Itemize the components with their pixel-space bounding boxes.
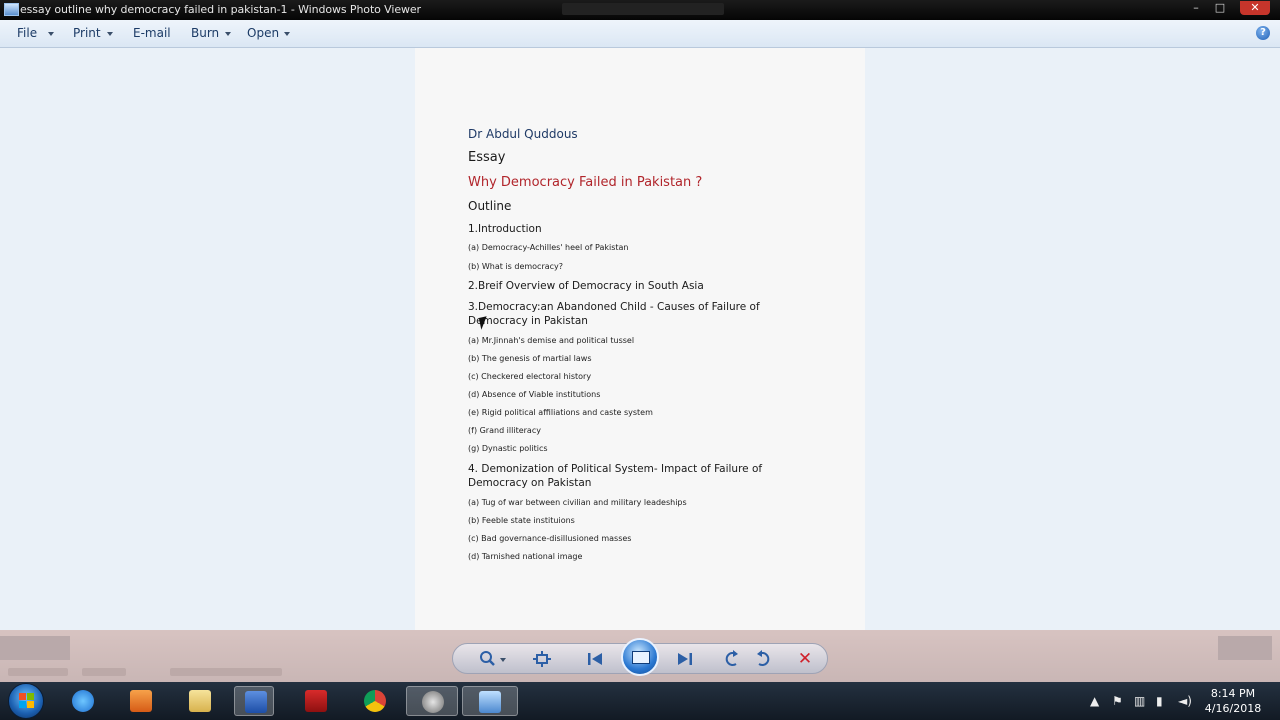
close-button[interactable]: ✕: [1240, 1, 1270, 15]
slideshow-icon: [632, 651, 650, 664]
system-clock[interactable]: 8:14 PM 4/16/2018: [1200, 686, 1266, 716]
section-item: (b) Feeble state instituions: [468, 516, 575, 525]
open-dropdown-icon[interactable]: [284, 32, 290, 36]
previous-icon: [588, 653, 602, 665]
rotate-counterclockwise-icon: [725, 650, 738, 666]
previous-button[interactable]: [585, 649, 605, 669]
network-icon[interactable]: ▥: [1134, 694, 1145, 708]
section-item: (a) Democracy-Achilles' heel of Pakistan: [468, 243, 629, 252]
menu-email[interactable]: E-mail: [133, 26, 171, 40]
burn-dropdown-icon[interactable]: [225, 32, 231, 36]
minimize-button[interactable]: –: [1186, 1, 1206, 15]
slideshow-button[interactable]: [621, 638, 659, 676]
action-center-icon[interactable]: ⚑: [1112, 694, 1123, 708]
section-heading: 2.Breif Overview of Democracy in South A…: [468, 280, 704, 292]
document-image: Dr Abdul Quddous Essay Why Democracy Fai…: [415, 48, 865, 630]
photo-viewer-icon: [479, 691, 501, 713]
rotate-clockwise-button[interactable]: [753, 649, 773, 669]
zoom-button[interactable]: [478, 649, 498, 669]
background-reflection: [170, 668, 282, 676]
magnifier-icon: [480, 651, 495, 666]
delete-icon: ✕: [797, 649, 813, 669]
background-reflection: [1218, 636, 1272, 660]
taskbar-camera[interactable]: [406, 686, 458, 716]
taskbar-word[interactable]: [234, 686, 274, 716]
volume-icon[interactable]: ◄): [1178, 694, 1192, 708]
section-item: (f) Grand illiteracy: [468, 426, 541, 435]
clock-date: 4/16/2018: [1204, 702, 1262, 715]
explorer-icon: [189, 690, 211, 712]
section-item: (d) Absence of Viable institutions: [468, 390, 601, 399]
author-name: Dr Abdul Quddous: [468, 127, 578, 141]
window-title: essay outline why democracy failed in pa…: [20, 3, 421, 16]
menu-print[interactable]: Print: [73, 26, 101, 40]
document-type: Essay: [468, 150, 506, 165]
actual-size-icon: [533, 651, 551, 667]
start-button[interactable]: [8, 683, 44, 719]
taskbar-acrobat[interactable]: [295, 686, 335, 716]
delete-button[interactable]: ✕: [795, 649, 815, 669]
help-icon[interactable]: ?: [1256, 26, 1270, 40]
title-bar: essay outline why democracy failed in pa…: [0, 0, 1280, 20]
signal-icon[interactable]: ▮: [1156, 694, 1163, 708]
actual-size-button[interactable]: [532, 649, 552, 669]
section-heading: 4. Demonization of Political System- Imp…: [468, 463, 763, 489]
taskbar-internet-explorer[interactable]: [62, 686, 102, 716]
section-item: (a) Tug of war between civilian and mili…: [468, 498, 687, 507]
section-heading: 1.Introduction: [468, 223, 542, 235]
image-viewport[interactable]: Dr Abdul Quddous Essay Why Democracy Fai…: [0, 48, 1280, 630]
section-item: (c) Bad governance-disillusioned masses: [468, 534, 632, 543]
media-player-icon: [130, 690, 152, 712]
next-icon: [678, 653, 692, 665]
file-dropdown-icon[interactable]: [48, 32, 54, 36]
document-title: Why Democracy Failed in Pakistan ?: [468, 175, 703, 190]
section-item: (a) Mr.Jinnah's demise and political tus…: [468, 336, 635, 345]
background-reflection: [8, 668, 68, 676]
taskbar-photo-viewer[interactable]: [462, 686, 518, 716]
section-item: (g) Dynastic politics: [468, 444, 548, 453]
section-item: (b) What is democracy?: [468, 262, 564, 271]
menu-bar: File Print E-mail Burn Open ?: [0, 20, 1280, 48]
background-reflection: [82, 668, 126, 676]
outline-heading: Outline: [468, 199, 512, 213]
menu-open[interactable]: Open: [247, 26, 279, 40]
section-item: (e) Rigid political affiliations and cas…: [468, 408, 653, 417]
rotate-clockwise-icon: [757, 650, 770, 666]
chrome-icon: [364, 690, 386, 712]
taskbar-chrome[interactable]: [354, 686, 394, 716]
camera-icon: [422, 691, 444, 713]
maximize-button[interactable]: □: [1210, 1, 1230, 15]
background-reflection: [0, 636, 70, 660]
section-item: (b) The genesis of martial laws: [468, 354, 592, 363]
next-button[interactable]: [675, 649, 695, 669]
photo-viewer-icon: [4, 3, 19, 16]
section-item: (d) Tarnished national image: [468, 552, 583, 561]
ie-icon: [72, 690, 94, 712]
title-bar-glow: [562, 3, 724, 15]
print-dropdown-icon[interactable]: [107, 32, 113, 36]
word-icon: [245, 691, 267, 713]
show-hidden-icon[interactable]: ▲: [1090, 694, 1099, 708]
viewer-toolbar: ✕: [0, 630, 1280, 682]
zoom-dropdown-icon[interactable]: [500, 658, 506, 662]
windows-logo-icon: [19, 693, 34, 708]
taskbar-explorer[interactable]: [179, 686, 219, 716]
menu-burn[interactable]: Burn: [191, 26, 219, 40]
rotate-counterclockwise-button[interactable]: [722, 649, 742, 669]
section-heading: 3.Democracy:an Abandoned Child - Causes …: [468, 301, 760, 327]
menu-file[interactable]: File: [17, 26, 37, 40]
acrobat-icon: [305, 690, 327, 712]
taskbar: ▲ ⚑ ▥ ▮ ◄) 8:14 PM 4/16/2018: [0, 682, 1280, 720]
section-item: (c) Checkered electoral history: [468, 372, 592, 381]
taskbar-media-player[interactable]: [120, 686, 160, 716]
clock-time: 8:14 PM: [1210, 687, 1256, 700]
